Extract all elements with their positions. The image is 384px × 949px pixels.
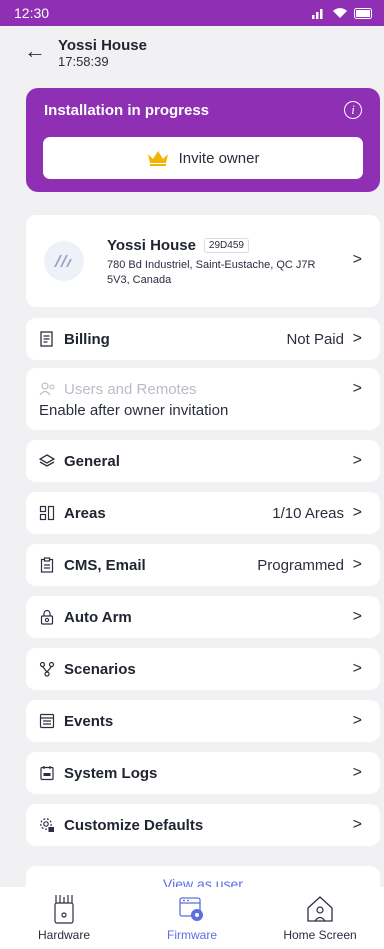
signal-icon bbox=[312, 9, 323, 19]
chevron-right-icon: > bbox=[352, 764, 362, 781]
nav-tab-firmware[interactable]: Firmware bbox=[132, 894, 252, 942]
menu-item-cms-email[interactable]: CMS, Email Programmed > bbox=[26, 544, 380, 586]
menu-label: Customize Defaults bbox=[64, 817, 204, 834]
menu-label: System Logs bbox=[64, 765, 158, 782]
site-logo-icon bbox=[44, 241, 84, 281]
site-name-row: Yossi House 29D459 bbox=[107, 237, 249, 254]
cms-status: Programmed bbox=[257, 557, 344, 574]
chevron-right-icon: > bbox=[352, 380, 362, 397]
chevron-right-icon: > bbox=[352, 330, 362, 347]
status-time: 12:30 bbox=[14, 5, 50, 21]
clipboard-icon bbox=[40, 557, 54, 573]
billing-status: Not Paid bbox=[286, 331, 344, 348]
lock-icon bbox=[40, 609, 54, 625]
areas-count: 1/10 Areas bbox=[272, 505, 344, 522]
events-list-icon bbox=[39, 713, 55, 729]
users-icon bbox=[39, 382, 55, 396]
menu-item-areas[interactable]: Areas 1/10 Areas > bbox=[26, 492, 380, 534]
app-header: ← Yossi House 17:58:39 bbox=[0, 26, 384, 82]
menu-item-events[interactable]: Events > bbox=[26, 700, 380, 742]
nav-label: Firmware bbox=[167, 928, 217, 942]
chevron-right-icon: > bbox=[352, 556, 362, 573]
layers-icon bbox=[39, 454, 55, 467]
hardware-device-icon bbox=[54, 895, 74, 924]
menu-label: Events bbox=[64, 713, 114, 730]
menu-label: General bbox=[64, 453, 120, 470]
menu-label: Scenarios bbox=[64, 661, 136, 678]
settings-gear-icon bbox=[40, 818, 54, 832]
flow-icon bbox=[39, 661, 55, 677]
areas-icon bbox=[39, 505, 55, 521]
chevron-right-icon: > bbox=[352, 608, 362, 625]
menu-item-customize-defaults[interactable]: Customize Defaults > bbox=[26, 804, 380, 846]
page-subtitle: 17:58:39 bbox=[58, 54, 109, 69]
bottom-nav: Hardware Firmware Home Screen bbox=[0, 887, 384, 949]
info-icon[interactable]: i bbox=[344, 101, 362, 119]
menu-item-scenarios[interactable]: Scenarios > bbox=[26, 648, 380, 690]
menu-label: CMS, Email bbox=[64, 557, 146, 574]
nav-tab-home-screen[interactable]: Home Screen bbox=[260, 894, 380, 942]
nav-tab-hardware[interactable]: Hardware bbox=[4, 894, 124, 942]
nav-label: Home Screen bbox=[283, 928, 357, 942]
site-card[interactable]: Yossi House 29D459 780 Bd Industriel, Sa… bbox=[26, 215, 380, 307]
menu-item-auto-arm[interactable]: Auto Arm > bbox=[26, 596, 380, 638]
menu-label: Auto Arm bbox=[64, 609, 132, 626]
log-file-icon bbox=[40, 766, 54, 781]
menu-label: Areas bbox=[64, 505, 106, 522]
menu-sublabel: Enable after owner invitation bbox=[39, 402, 229, 419]
page-title: Yossi House bbox=[58, 37, 147, 54]
chevron-right-icon: > bbox=[352, 712, 362, 729]
site-code-badge: 29D459 bbox=[203, 238, 249, 253]
menu-item-general[interactable]: General > bbox=[26, 440, 380, 482]
chevron-right-icon: > bbox=[352, 504, 362, 521]
chevron-right-icon: > bbox=[352, 660, 362, 677]
battery-icon bbox=[354, 7, 372, 19]
back-arrow-icon[interactable]: ← bbox=[24, 40, 46, 62]
invite-owner-button[interactable]: Invite owner bbox=[43, 137, 363, 179]
wifi-icon bbox=[333, 8, 347, 18]
menu-item-system-logs[interactable]: System Logs > bbox=[26, 752, 380, 794]
invite-owner-label: Invite owner bbox=[178, 149, 260, 167]
site-address: 780 Bd Industriel, Saint-Eustache, QC J7… bbox=[107, 259, 316, 286]
menu-item-billing[interactable]: Billing Not Paid > bbox=[26, 318, 380, 360]
site-name: Yossi House bbox=[107, 237, 196, 254]
nav-label: Hardware bbox=[37, 928, 91, 942]
status-bar: 12:30 bbox=[0, 0, 384, 26]
home-icon bbox=[307, 896, 333, 922]
crown-icon bbox=[147, 151, 168, 166]
chevron-right-icon: > bbox=[352, 816, 362, 833]
menu-item-users-remotes[interactable]: Users and Remotes Enable after owner inv… bbox=[26, 368, 380, 430]
menu-label: Users and Remotes bbox=[64, 381, 197, 398]
banner-title: Installation in progress bbox=[44, 102, 210, 119]
menu-label: Billing bbox=[64, 331, 110, 348]
chevron-right-icon: > bbox=[352, 251, 362, 268]
installation-banner: Installation in progress i Invite owner bbox=[26, 88, 380, 192]
chevron-right-icon: > bbox=[352, 452, 362, 469]
firmware-gear-icon bbox=[179, 897, 203, 921]
billing-icon bbox=[40, 331, 53, 347]
